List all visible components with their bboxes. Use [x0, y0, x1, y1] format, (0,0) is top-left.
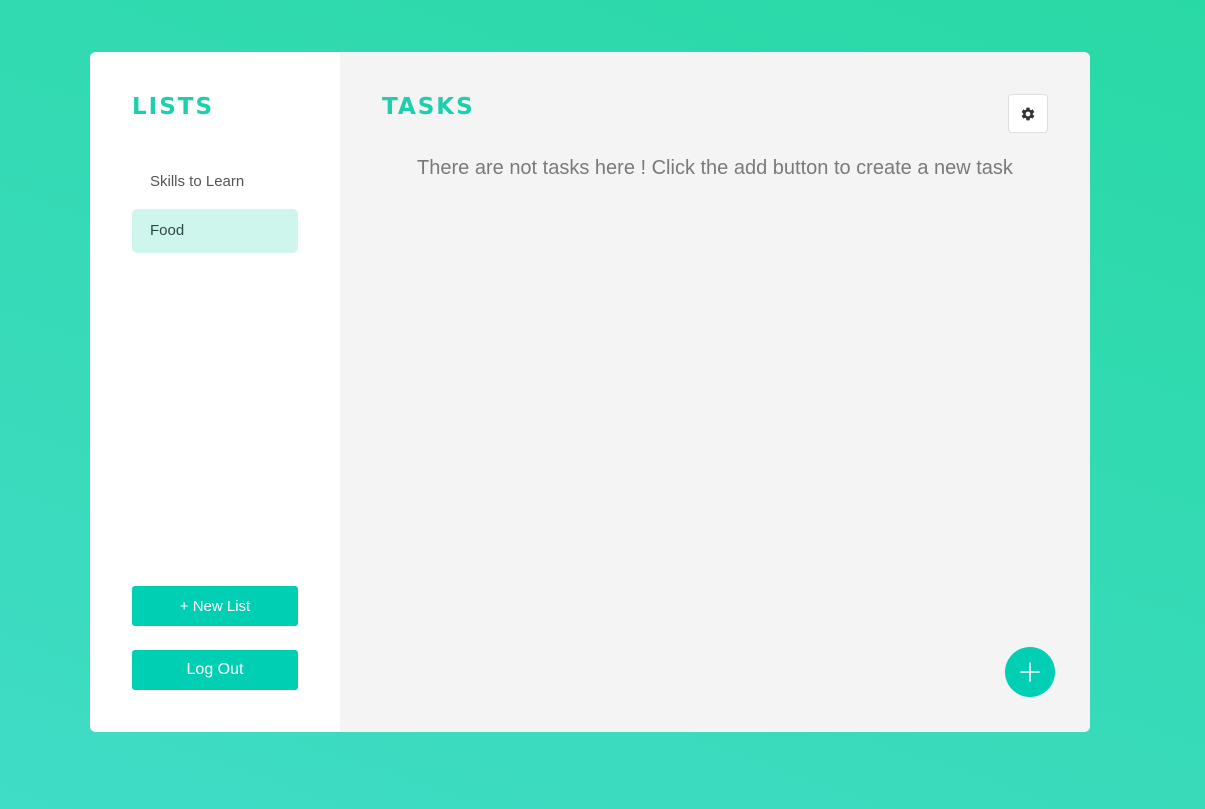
lists-sidebar: LISTS Skills to Learn Food + New List Lo…: [90, 52, 340, 732]
list-item-food[interactable]: Food: [132, 209, 298, 253]
new-list-button[interactable]: + New List: [132, 586, 298, 626]
list-item-skills-to-learn[interactable]: Skills to Learn: [132, 160, 298, 204]
list-item-label: Skills to Learn: [150, 173, 245, 190]
log-out-button[interactable]: Log Out: [132, 650, 298, 690]
list-item-label: Food: [150, 222, 185, 239]
plus-icon: [1020, 662, 1040, 682]
tasks-panel: TASKS There are not tasks here ! Click t…: [340, 52, 1090, 732]
lists-heading: LISTS: [132, 94, 215, 120]
tasks-heading: TASKS: [382, 94, 475, 120]
gear-icon: [1021, 107, 1035, 120]
settings-button[interactable]: [1008, 94, 1048, 133]
add-task-button[interactable]: [1005, 647, 1055, 697]
empty-tasks-message: There are not tasks here ! Click the add…: [417, 157, 1013, 179]
list-items: Skills to Learn Food: [132, 160, 298, 258]
app-container: LISTS Skills to Learn Food + New List Lo…: [90, 52, 1090, 732]
